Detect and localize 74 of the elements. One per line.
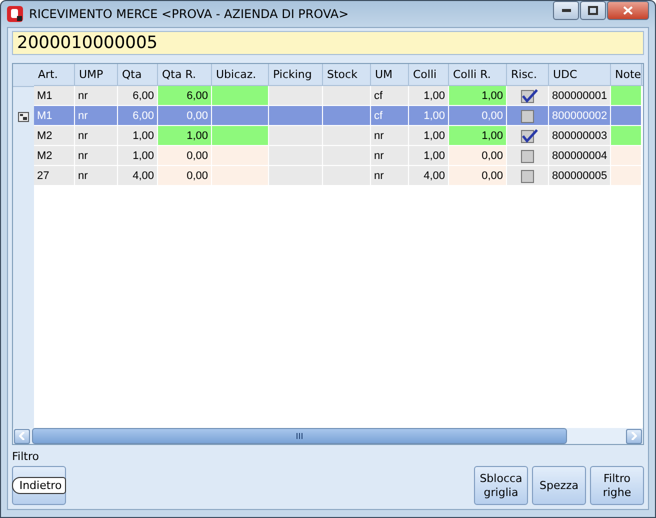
table-cell: 0,00: [449, 166, 507, 185]
table-cell: 1,00: [409, 106, 449, 125]
grip-icon: [296, 433, 303, 439]
column-header[interactable]: UDC: [549, 64, 611, 85]
table-cell: M1: [34, 106, 75, 125]
horizontal-scrollbar[interactable]: [13, 428, 643, 444]
chevron-left-icon: [19, 432, 25, 440]
table-cell: 0,00: [158, 106, 212, 125]
column-header[interactable]: Art.: [34, 64, 75, 85]
table-cell: 1,00: [449, 86, 507, 105]
table-cell: 0,00: [158, 166, 212, 185]
table-cell: 4,00: [118, 166, 158, 185]
table-cell: 800000002: [549, 106, 611, 125]
scroll-left-button[interactable]: [14, 428, 30, 444]
table-cell: cf: [371, 86, 409, 105]
table-cell: 1,00: [118, 126, 158, 145]
maximize-icon: [588, 6, 598, 14]
table-cell: 27: [34, 166, 75, 185]
table-cell: 1,00: [409, 146, 449, 165]
back-button[interactable]: Indietro: [12, 466, 66, 505]
minimize-icon: [562, 8, 570, 12]
table-cell: cf: [371, 106, 409, 125]
minimize-button[interactable]: [553, 1, 579, 20]
column-header[interactable]: UMP: [75, 64, 118, 85]
close-icon: [623, 6, 633, 14]
table-cell: 4,00: [409, 166, 449, 185]
table-cell: 800000003: [549, 126, 611, 145]
filter-label: Filtro: [12, 450, 39, 463]
close-button[interactable]: [607, 1, 649, 20]
column-header[interactable]: Ubicaz.: [212, 64, 269, 85]
column-header[interactable]: Colli: [409, 64, 449, 85]
table-cell: 6,00: [158, 86, 212, 105]
table-cell: nr: [75, 146, 118, 165]
column-header[interactable]: Stock: [323, 64, 371, 85]
barcode-field[interactable]: 2000010000005: [12, 31, 644, 55]
table-cell: 1,00: [409, 86, 449, 105]
column-header[interactable]: Colli R.: [449, 64, 507, 85]
scroll-right-button[interactable]: [626, 428, 642, 444]
table-cell: M2: [34, 146, 75, 165]
table-cell: 1,00: [449, 126, 507, 145]
column-header[interactable]: Qta R.: [158, 64, 212, 85]
column-header[interactable]: Picking: [269, 64, 323, 85]
table-cell: 1,00: [409, 126, 449, 145]
scrollbar-thumb[interactable]: [32, 428, 567, 444]
maximize-button[interactable]: [580, 1, 606, 20]
table-cell: nr: [75, 166, 118, 185]
column-header[interactable]: Risc.: [507, 64, 549, 85]
table-cell: nr: [75, 126, 118, 145]
table-cell: M1: [34, 86, 75, 105]
table-cell: nr: [371, 126, 409, 145]
table-cell: nr: [371, 166, 409, 185]
column-header[interactable]: UM: [371, 64, 409, 85]
app-icon: [7, 6, 23, 22]
action-button[interactable]: Sblocca griglia: [474, 466, 528, 505]
table-cell: 0,00: [449, 146, 507, 165]
action-button[interactable]: Spezza: [532, 466, 586, 505]
table-cell: 0,00: [158, 146, 212, 165]
chevron-right-icon: [631, 432, 637, 440]
table-cell: 0,00: [449, 106, 507, 125]
table-cell: nr: [75, 106, 118, 125]
column-header[interactable]: Qta: [118, 64, 158, 85]
table-cell: 800000001: [549, 86, 611, 105]
table-cell: 800000005: [549, 166, 611, 185]
table-cell: 1,00: [118, 146, 158, 165]
table-cell: nr: [75, 86, 118, 105]
action-button[interactable]: Filtro righe: [590, 466, 644, 505]
column-header[interactable]: Note: [611, 64, 642, 85]
table-cell: 800000004: [549, 146, 611, 165]
table-cell: 6,00: [118, 86, 158, 105]
window-title: RICEVIMENTO MERCE <PROVA - AZIENDA DI PROVA>: [29, 7, 350, 21]
table-cell: nr: [371, 146, 409, 165]
table-cell: 6,00: [118, 106, 158, 125]
table-cell: 1,00: [158, 126, 212, 145]
table-cell: M2: [34, 126, 75, 145]
